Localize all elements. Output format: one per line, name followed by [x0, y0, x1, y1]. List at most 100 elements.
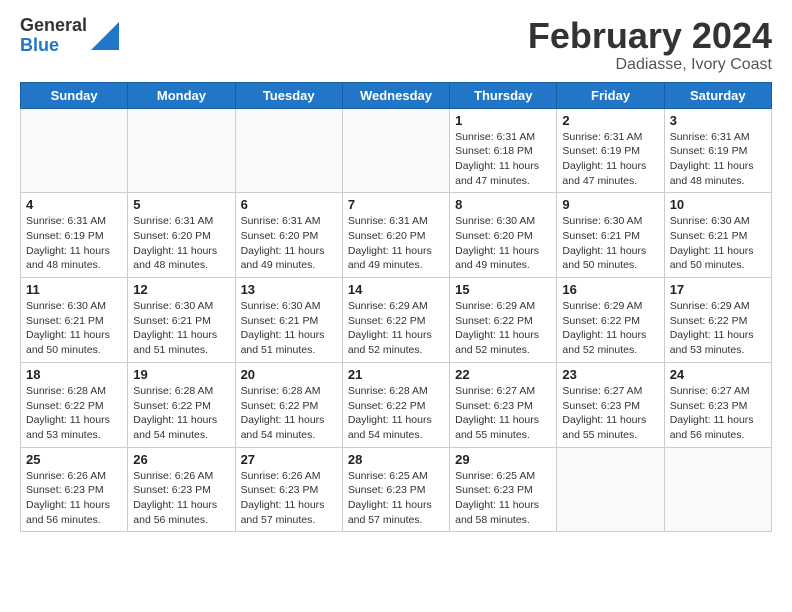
- calendar-subtitle: Dadiasse, Ivory Coast: [528, 56, 772, 74]
- calendar-day: 23Sunrise: 6:27 AM Sunset: 6:23 PM Dayli…: [557, 362, 664, 447]
- day-info: Sunrise: 6:30 AM Sunset: 6:20 PM Dayligh…: [455, 214, 551, 273]
- day-info: Sunrise: 6:31 AM Sunset: 6:20 PM Dayligh…: [133, 214, 229, 273]
- day-info: Sunrise: 6:31 AM Sunset: 6:20 PM Dayligh…: [241, 214, 337, 273]
- calendar-day: 14Sunrise: 6:29 AM Sunset: 6:22 PM Dayli…: [342, 278, 449, 363]
- logo-general: General: [20, 16, 87, 36]
- day-number: 28: [348, 452, 444, 467]
- col-monday: Monday: [128, 82, 235, 108]
- day-info: Sunrise: 6:30 AM Sunset: 6:21 PM Dayligh…: [562, 214, 658, 273]
- day-number: 12: [133, 282, 229, 297]
- day-number: 4: [26, 197, 122, 212]
- calendar-week-4: 18 Sunrise: 6:28 AM Sunset: 6:22 PM Dayli…: [21, 362, 772, 447]
- calendar-day: 6 Sunrise: 6:31 AM Sunset: 6:20 PM Daylig…: [235, 193, 342, 278]
- calendar-day: 27 Sunrise: 6:26 AM Sunset: 6:23 PM Dayli…: [235, 447, 342, 532]
- calendar-day: 24Sunrise: 6:27 AM Sunset: 6:23 PM Dayli…: [664, 362, 771, 447]
- day-info: Sunrise: 6:28 AM Sunset: 6:22 PM Dayligh…: [348, 384, 444, 443]
- day-info: Sunrise: 6:27 AM Sunset: 6:23 PM Dayligh…: [455, 384, 551, 443]
- calendar-day: 26 Sunrise: 6:26 AM Sunset: 6:23 PM Dayli…: [128, 447, 235, 532]
- calendar-day: 29 Sunrise: 6:25 AM Sunset: 6:23 PM Dayli…: [450, 447, 557, 532]
- calendar-week-3: 11 Sunrise: 6:30 AM Sunset: 6:21 PM Dayli…: [21, 278, 772, 363]
- calendar-week-1: 1 Sunrise: 6:31 AM Sunset: 6:18 PM Daylig…: [21, 108, 772, 193]
- day-number: 26: [133, 452, 229, 467]
- day-number: 7: [348, 197, 444, 212]
- calendar-day: 21Sunrise: 6:28 AM Sunset: 6:22 PM Dayli…: [342, 362, 449, 447]
- day-number: 27: [241, 452, 337, 467]
- day-number: 18: [26, 367, 122, 382]
- day-number: 6: [241, 197, 337, 212]
- day-info: Sunrise: 6:25 AM Sunset: 6:23 PM Dayligh…: [348, 469, 444, 528]
- calendar-table: Sunday Monday Tuesday Wednesday Thursday…: [20, 82, 772, 533]
- calendar-day: [664, 447, 771, 532]
- page: General Blue February 2024 Dadiasse, Ivo…: [0, 0, 792, 548]
- col-thursday: Thursday: [450, 82, 557, 108]
- day-info: Sunrise: 6:26 AM Sunset: 6:23 PM Dayligh…: [133, 469, 229, 528]
- calendar-day: 28 Sunrise: 6:25 AM Sunset: 6:23 PM Dayli…: [342, 447, 449, 532]
- title-block: February 2024 Dadiasse, Ivory Coast: [528, 16, 772, 74]
- calendar-day: 5 Sunrise: 6:31 AM Sunset: 6:20 PM Daylig…: [128, 193, 235, 278]
- logo-blue: Blue: [20, 36, 87, 56]
- day-info: Sunrise: 6:29 AM Sunset: 6:22 PM Dayligh…: [562, 299, 658, 358]
- day-number: 10: [670, 197, 766, 212]
- col-friday: Friday: [557, 82, 664, 108]
- day-info: Sunrise: 6:27 AM Sunset: 6:23 PM Dayligh…: [670, 384, 766, 443]
- col-tuesday: Tuesday: [235, 82, 342, 108]
- logo-text: General Blue: [20, 16, 87, 56]
- day-number: 14: [348, 282, 444, 297]
- day-number: 1: [455, 113, 551, 128]
- calendar-week-2: 4 Sunrise: 6:31 AM Sunset: 6:19 PM Daylig…: [21, 193, 772, 278]
- day-number: 22: [455, 367, 551, 382]
- day-info: Sunrise: 6:30 AM Sunset: 6:21 PM Dayligh…: [133, 299, 229, 358]
- calendar-day: [128, 108, 235, 193]
- day-number: 29: [455, 452, 551, 467]
- day-info: Sunrise: 6:30 AM Sunset: 6:21 PM Dayligh…: [26, 299, 122, 358]
- day-number: 2: [562, 113, 658, 128]
- calendar-title: February 2024: [528, 16, 772, 56]
- day-info: Sunrise: 6:28 AM Sunset: 6:22 PM Dayligh…: [133, 384, 229, 443]
- calendar-day: 20 Sunrise: 6:28 AM Sunset: 6:22 PM Dayli…: [235, 362, 342, 447]
- col-saturday: Saturday: [664, 82, 771, 108]
- calendar-day: 1 Sunrise: 6:31 AM Sunset: 6:18 PM Daylig…: [450, 108, 557, 193]
- day-number: 20: [241, 367, 337, 382]
- calendar-day: 15 Sunrise: 6:29 AM Sunset: 6:22 PM Dayli…: [450, 278, 557, 363]
- calendar-header-row: Sunday Monday Tuesday Wednesday Thursday…: [21, 82, 772, 108]
- calendar-day: 9Sunrise: 6:30 AM Sunset: 6:21 PM Daylig…: [557, 193, 664, 278]
- day-info: Sunrise: 6:29 AM Sunset: 6:22 PM Dayligh…: [455, 299, 551, 358]
- calendar-day: 4 Sunrise: 6:31 AM Sunset: 6:19 PM Daylig…: [21, 193, 128, 278]
- day-info: Sunrise: 6:31 AM Sunset: 6:19 PM Dayligh…: [26, 214, 122, 273]
- day-number: 25: [26, 452, 122, 467]
- day-info: Sunrise: 6:31 AM Sunset: 6:19 PM Dayligh…: [562, 130, 658, 189]
- day-number: 17: [670, 282, 766, 297]
- day-info: Sunrise: 6:27 AM Sunset: 6:23 PM Dayligh…: [562, 384, 658, 443]
- day-info: Sunrise: 6:31 AM Sunset: 6:20 PM Dayligh…: [348, 214, 444, 273]
- calendar-week-5: 25 Sunrise: 6:26 AM Sunset: 6:23 PM Dayli…: [21, 447, 772, 532]
- calendar-day: 17 Sunrise: 6:29 AM Sunset: 6:22 PM Dayli…: [664, 278, 771, 363]
- day-info: Sunrise: 6:28 AM Sunset: 6:22 PM Dayligh…: [241, 384, 337, 443]
- day-number: 15: [455, 282, 551, 297]
- calendar-day: 18 Sunrise: 6:28 AM Sunset: 6:22 PM Dayli…: [21, 362, 128, 447]
- day-number: 13: [241, 282, 337, 297]
- day-info: Sunrise: 6:29 AM Sunset: 6:22 PM Dayligh…: [670, 299, 766, 358]
- calendar-day: 8 Sunrise: 6:30 AM Sunset: 6:20 PM Daylig…: [450, 193, 557, 278]
- day-info: Sunrise: 6:30 AM Sunset: 6:21 PM Dayligh…: [670, 214, 766, 273]
- day-info: Sunrise: 6:25 AM Sunset: 6:23 PM Dayligh…: [455, 469, 551, 528]
- calendar-day: 22 Sunrise: 6:27 AM Sunset: 6:23 PM Dayli…: [450, 362, 557, 447]
- col-sunday: Sunday: [21, 82, 128, 108]
- calendar-day: 3Sunrise: 6:31 AM Sunset: 6:19 PM Daylig…: [664, 108, 771, 193]
- day-info: Sunrise: 6:26 AM Sunset: 6:23 PM Dayligh…: [241, 469, 337, 528]
- day-number: 8: [455, 197, 551, 212]
- col-wednesday: Wednesday: [342, 82, 449, 108]
- calendar-day: [342, 108, 449, 193]
- day-info: Sunrise: 6:31 AM Sunset: 6:18 PM Dayligh…: [455, 130, 551, 189]
- calendar-day: [235, 108, 342, 193]
- calendar-day: 19 Sunrise: 6:28 AM Sunset: 6:22 PM Dayli…: [128, 362, 235, 447]
- day-info: Sunrise: 6:28 AM Sunset: 6:22 PM Dayligh…: [26, 384, 122, 443]
- calendar-day: 13Sunrise: 6:30 AM Sunset: 6:21 PM Dayli…: [235, 278, 342, 363]
- day-number: 19: [133, 367, 229, 382]
- calendar-day: 7 Sunrise: 6:31 AM Sunset: 6:20 PM Daylig…: [342, 193, 449, 278]
- day-number: 3: [670, 113, 766, 128]
- header: General Blue February 2024 Dadiasse, Ivo…: [20, 16, 772, 74]
- calendar-day: 11 Sunrise: 6:30 AM Sunset: 6:21 PM Dayli…: [21, 278, 128, 363]
- calendar-day: [21, 108, 128, 193]
- day-number: 11: [26, 282, 122, 297]
- day-number: 5: [133, 197, 229, 212]
